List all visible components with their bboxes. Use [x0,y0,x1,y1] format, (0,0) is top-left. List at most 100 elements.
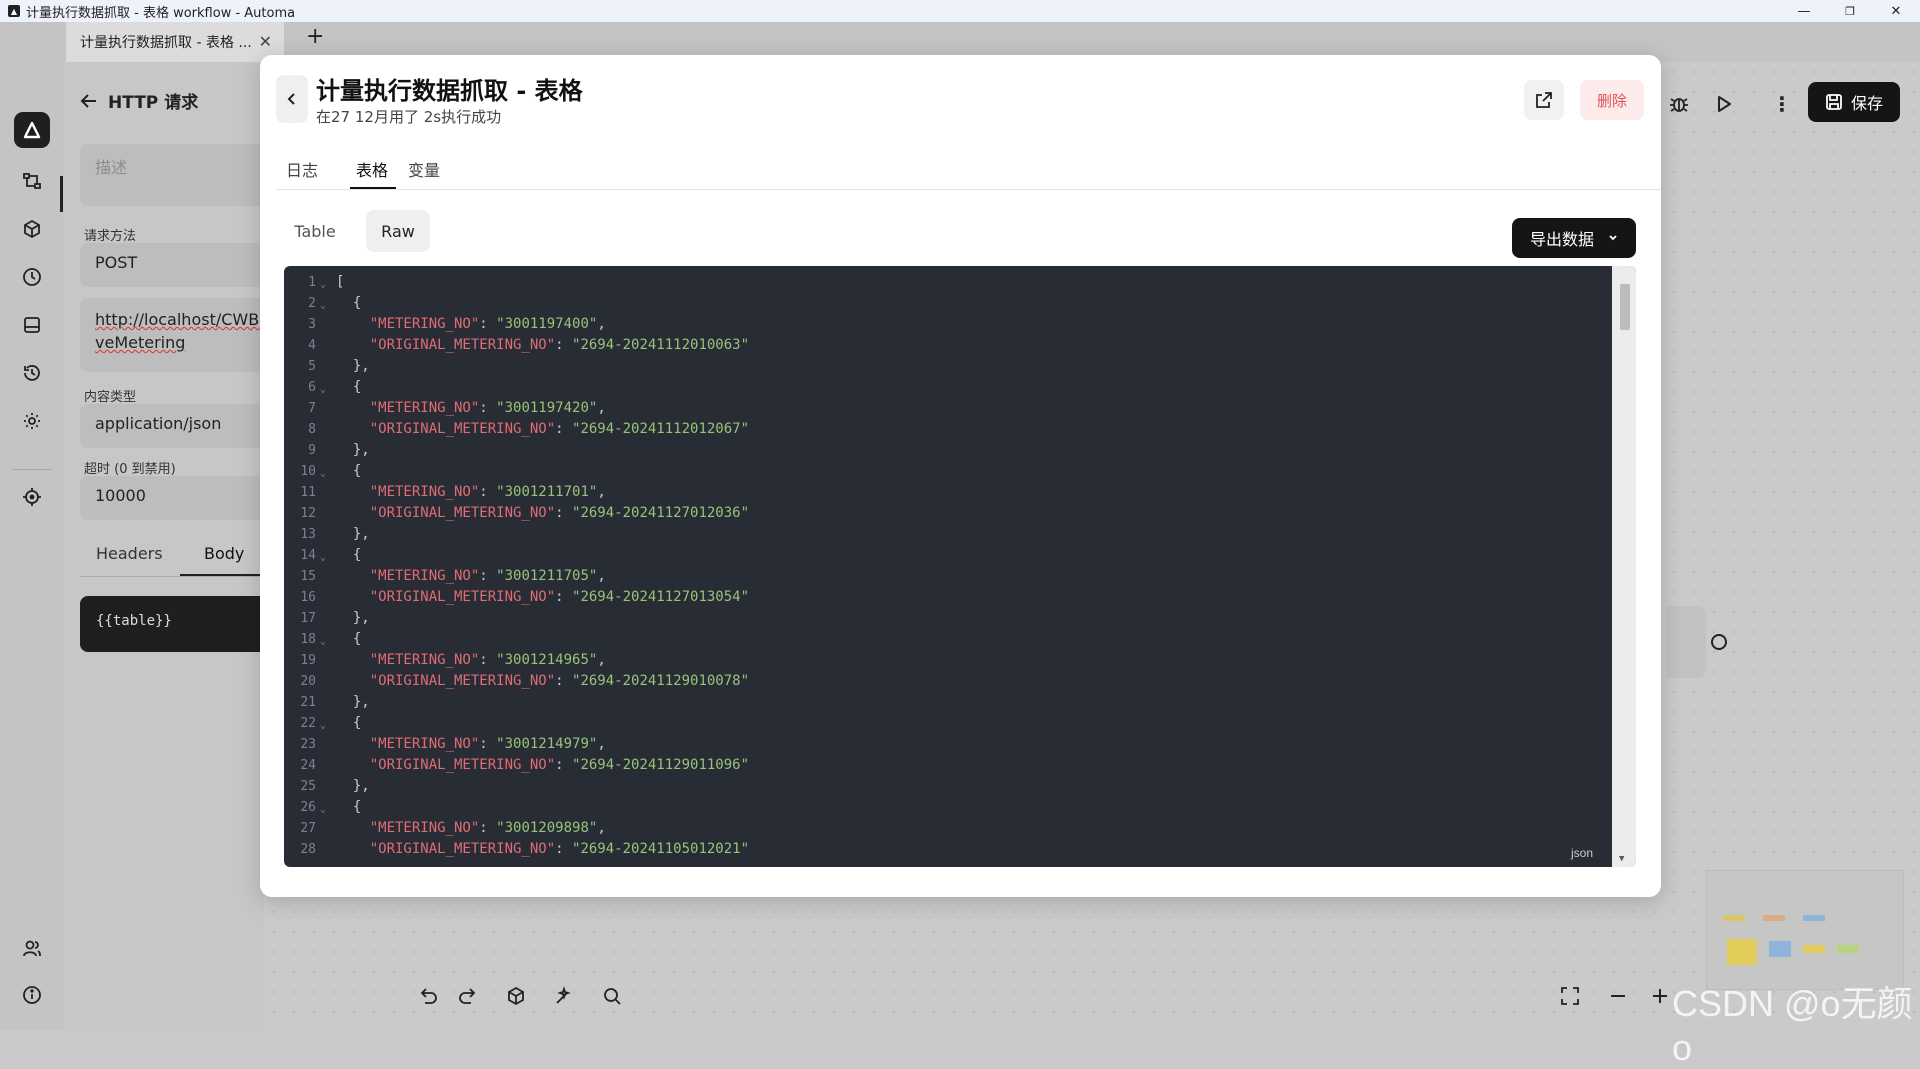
code-line: 16 "ORIGINAL_METERING_NO": "2694-2024112… [284,587,1604,608]
code-line: 3 "METERING_NO": "3001197400", [284,314,1604,335]
fold-chevron-icon[interactable]: ⌄ [320,631,326,652]
magic-wand-icon[interactable] [546,978,582,1014]
crosshair-icon[interactable] [19,484,45,510]
more-menu-icon[interactable]: ⋮ [1772,92,1792,116]
fold-chevron-icon[interactable]: ⌄ [320,715,326,736]
code-text: "METERING_NO": "3001197420", [369,400,606,416]
code-line: 5 }, [284,356,1604,377]
tab-workflow[interactable]: 计量执行数据抓取 - 表格 ... ✕ [66,22,284,62]
line-number: 6 [308,380,316,395]
code-text: { [336,463,362,479]
url-line-1: http://localhost/CWBI [95,310,264,329]
body-code-editor[interactable]: {{table}} [80,596,280,652]
tab-close-icon[interactable]: ✕ [259,32,272,51]
fold-chevron-icon[interactable]: ⌄ [320,463,326,484]
code-line: 24 "ORIGINAL_METERING_NO": "2694-2024112… [284,755,1604,776]
code-line: 11 "METERING_NO": "3001211701", [284,482,1604,503]
code-scrollbar-thumb[interactable] [1620,284,1630,330]
view-table-button[interactable]: Table [282,210,348,252]
line-number: 5 [308,359,316,374]
content-type-label: 内容类型 [84,390,137,405]
code-line: 23 "METERING_NO": "3001214979", [284,734,1604,755]
line-number: 9 [308,443,316,458]
code-text: "METERING_NO": "3001197400", [369,316,606,332]
workflow-icon[interactable] [19,168,45,194]
code-line: 25 }, [284,776,1604,797]
line-number: 3 [308,317,316,332]
close-window-button[interactable]: ✕ [1876,0,1916,22]
line-number: 27 [300,821,316,836]
new-tab-button[interactable]: + [306,24,324,49]
tab-table[interactable]: 表格 [356,157,388,181]
tab-headers[interactable]: Headers [96,544,163,563]
open-external-button[interactable] [1524,80,1564,120]
tab-variables[interactable]: 变量 [408,157,440,181]
code-text: }, [336,526,370,542]
fold-chevron-icon[interactable]: ⌄ [320,799,326,820]
content-type-select[interactable]: application/json [80,404,280,448]
code-language-label: json [1571,846,1594,860]
save-button[interactable]: 保存 [1808,82,1900,122]
export-data-label: 导出数据 [1529,230,1594,249]
fold-chevron-icon[interactable]: ⌄ [320,379,326,400]
undo-icon[interactable] [410,978,446,1014]
editor-back-button[interactable]: HTTP 请求 [80,88,198,113]
code-line: 22 ⌄ { [284,713,1604,734]
storage-icon[interactable] [19,312,45,338]
settings-gear-icon[interactable] [19,408,45,434]
fold-chevron-icon[interactable]: ⌄ [320,547,326,568]
line-number: 26 [300,800,316,815]
save-label: 保存 [1850,94,1883,113]
package-icon[interactable] [19,216,45,242]
fold-chevron-icon[interactable]: ⌄ [320,295,326,316]
fullscreen-icon[interactable] [1552,978,1588,1014]
line-number: 21 [300,695,316,710]
canvas-minimap[interactable] [1706,870,1904,990]
code-line: 9 }, [284,440,1604,461]
run-play-icon[interactable] [1714,94,1734,118]
search-icon[interactable] [594,978,630,1014]
timeout-label: 超时 (0 到禁用) [84,462,176,477]
delete-button[interactable]: 删除 [1580,80,1644,120]
code-line: 10 ⌄ { [284,461,1604,482]
clock-icon[interactable] [19,264,45,290]
method-label: 请求方法 [84,229,137,244]
code-line: 18 ⌄ { [284,629,1604,650]
code-line: 20 "ORIGINAL_METERING_NO": "2694-2024112… [284,671,1604,692]
code-line: 17 }, [284,608,1604,629]
sidebar-active-indicator [60,176,63,212]
modal-subtitle: 在27 12月用了 2s执行成功 [316,108,502,126]
node-output-port[interactable] [1711,634,1727,650]
history-icon[interactable] [19,360,45,386]
timeout-input[interactable]: 10000 [80,476,280,520]
minimap-node [1763,915,1785,921]
minimize-button[interactable]: — [1784,0,1824,22]
automa-app-icon[interactable] [14,112,50,148]
users-icon[interactable] [19,935,45,961]
workflow-node[interactable] [1666,606,1706,678]
zoom-out-icon[interactable] [1600,978,1636,1014]
csdn-watermark: CSDN @o无颜o [1672,983,1913,1068]
info-icon[interactable] [19,982,45,1008]
tab-body[interactable]: Body [204,544,244,563]
url-input[interactable]: http://localhost/CWBI veMetering [80,298,280,372]
package-tool-icon[interactable] [498,978,534,1014]
export-data-button[interactable]: 导出数据 [1512,218,1636,258]
code-text: "ORIGINAL_METERING_NO": "2694-2024112701… [369,589,750,605]
chevron-down-icon [1609,235,1617,241]
save-icon [1826,94,1842,110]
maximize-button[interactable]: ❐ [1830,0,1870,22]
redo-icon[interactable] [450,978,486,1014]
json-code-viewer[interactable]: 1 ⌄[2 ⌄ {3 "METERING_NO": "3001197400", 4 "… [284,266,1636,867]
fold-chevron-icon[interactable]: ⌄ [320,274,326,295]
tab-logs[interactable]: 日志 [286,157,318,181]
code-scrollbar-track[interactable] [1612,266,1636,867]
scroll-down-arrow-icon[interactable]: ▼ [1619,854,1624,864]
line-number: 17 [300,611,316,626]
modal-back-button[interactable] [276,75,308,123]
description-input[interactable]: 描述 [80,144,280,206]
debug-bug-icon[interactable] [1668,93,1690,119]
code-text: { [336,295,362,311]
method-select[interactable]: POST [80,243,280,287]
view-raw-button[interactable]: Raw [366,210,430,252]
